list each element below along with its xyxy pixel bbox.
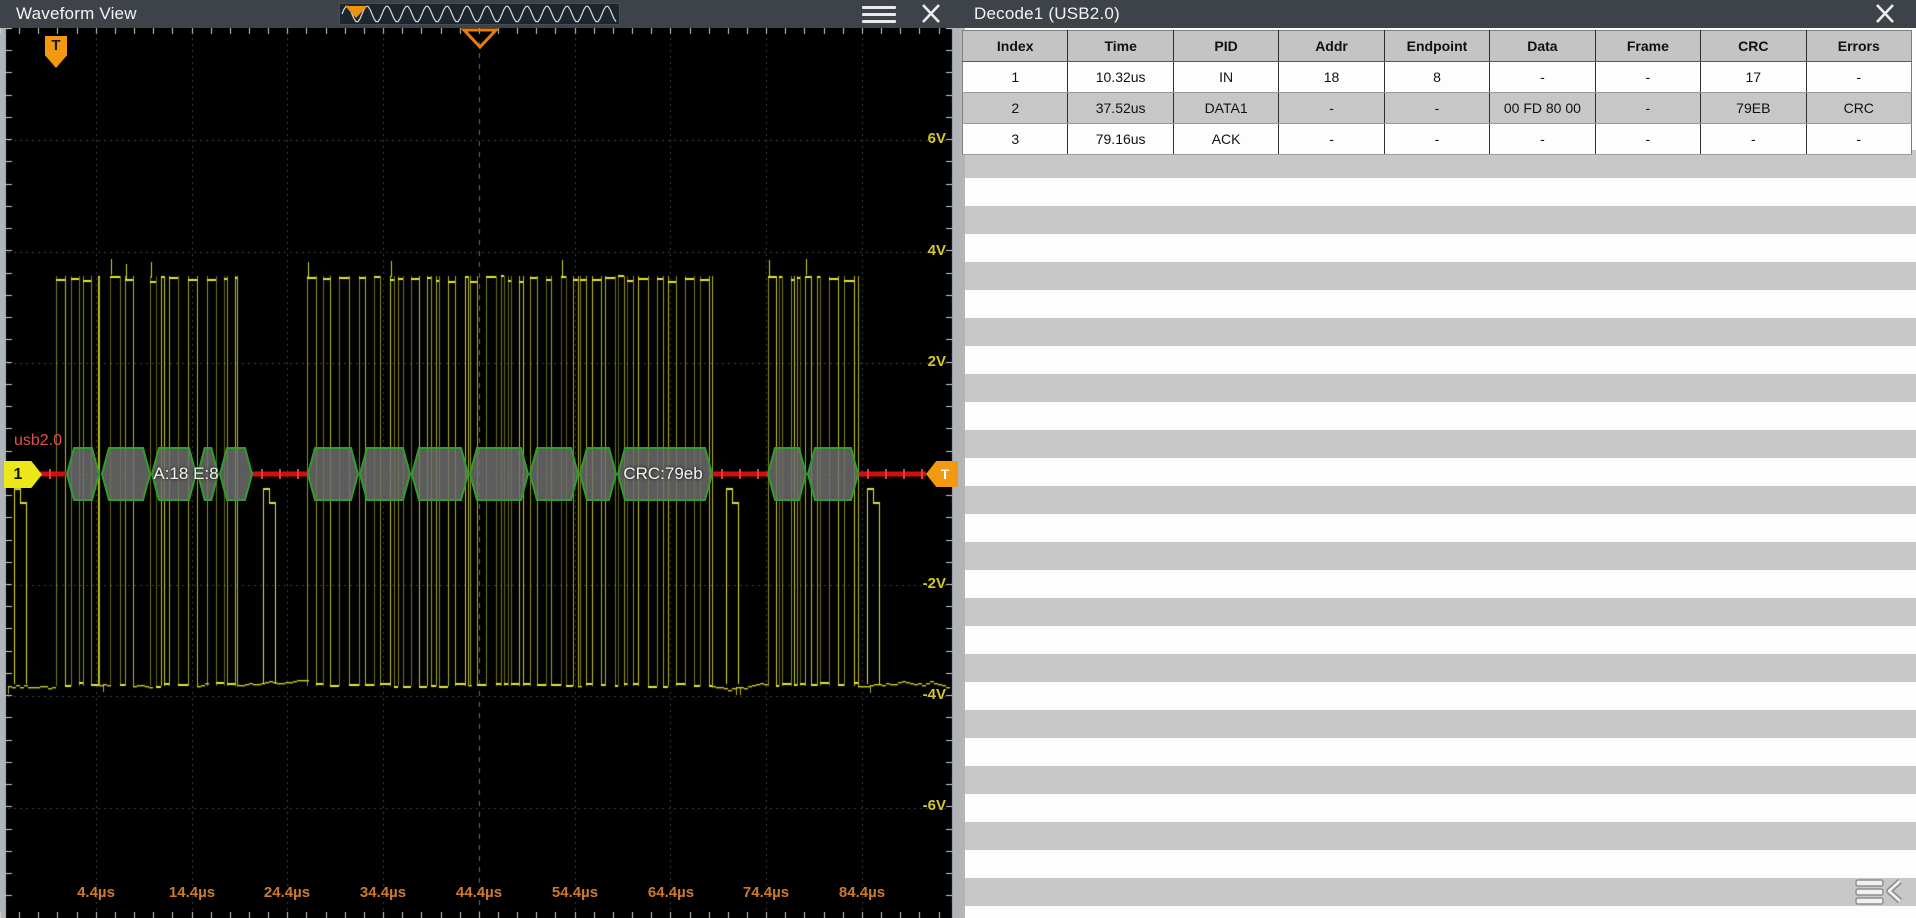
acquisition-preview-strip[interactable] (339, 3, 620, 25)
waveform-close-icon[interactable] (916, 2, 946, 26)
table-cell: 00 FD 80 00 (1489, 92, 1596, 124)
view-position-marker-icon (345, 6, 367, 18)
table-cell: - (1594, 92, 1701, 124)
preview-sine-icon (341, 5, 617, 23)
table-cell: - (1278, 92, 1385, 124)
decode-titlebar[interactable]: Decode1 (USB2.0) (958, 0, 1916, 28)
table-cell: 37.52us (1067, 92, 1174, 124)
table-cell: - (1489, 61, 1596, 93)
table-cell: 8 (1383, 61, 1490, 93)
collapse-list-icon[interactable] (1854, 877, 1904, 905)
column-header: Frame (1594, 30, 1701, 62)
decode-close-icon[interactable] (1870, 2, 1900, 26)
waveform-window: Waveform View T T 1 usb2.0 6V 4V 2V -2V … (0, 0, 958, 918)
table-cell: - (1383, 92, 1490, 124)
table-cell: 3 (962, 123, 1068, 155)
column-header: Time (1067, 30, 1174, 62)
table-row[interactable]: 1 10.32us IN 18 8- -17- (962, 61, 1912, 93)
table-cell: ACK (1172, 123, 1279, 155)
decode-window-title: Decode1 (USB2.0) (974, 4, 1120, 23)
table-cell: 17 (1700, 61, 1806, 93)
table-cell: - (1383, 123, 1490, 155)
decode-list-window: Decode1 (USB2.0) Index Time PID Addr Endpoin… (958, 0, 1916, 918)
table-cell: IN (1172, 61, 1279, 93)
decode-table-header: Index Time PID Addr Endpoint Data Frame CRC Erro… (962, 30, 1912, 62)
column-header: Addr (1278, 30, 1385, 62)
table-cell: 10.32us (1067, 61, 1174, 93)
waveform-window-title: Waveform View (16, 4, 137, 23)
column-header: Index (962, 30, 1068, 62)
table-row[interactable]: 3 79.16us ACK - - - - - - (962, 123, 1912, 155)
empty-row-stripes (958, 150, 1916, 918)
table-cell: - (1805, 123, 1912, 155)
hamburger-menu-icon[interactable] (862, 6, 896, 23)
table-cell: - (1594, 123, 1701, 155)
waveform-plot-area[interactable]: T T 1 usb2.0 6V 4V 2V -2V -4V -6V 4.4µs 14.4µs… (0, 28, 958, 918)
column-header: Data (1489, 30, 1596, 62)
oscilloscope-screen: Waveform View T T 1 usb2.0 6V 4V 2V -2V … (0, 0, 1916, 918)
table-cell: 1 (962, 61, 1068, 93)
column-header: CRC (1700, 30, 1806, 62)
table-cell: 79.16us (1067, 123, 1174, 155)
decode-list-body: Index Time PID Addr Endpoint Data Frame CRC Erro… (958, 28, 1916, 918)
waveform-canvas[interactable] (0, 28, 958, 918)
table-cell: 79EB (1700, 92, 1806, 124)
table-cell: 2 (962, 92, 1068, 124)
table-cell: CRC (1805, 92, 1912, 124)
table-cell: - (1489, 123, 1596, 155)
table-cell: - (1594, 61, 1701, 93)
table-cell: - (1700, 123, 1806, 155)
table-cell: - (1805, 61, 1912, 93)
decode-left-scroll-track[interactable] (958, 28, 965, 918)
decode-result-table[interactable]: Index Time PID Addr Endpoint Data Frame CRC Erro… (962, 30, 1912, 155)
column-header: PID (1172, 30, 1279, 62)
waveform-titlebar[interactable]: Waveform View (0, 0, 958, 28)
table-cell: - (1278, 123, 1385, 155)
table-row[interactable]: 2 37.52us DATA1- -00 FD 80 00-79EB CRC (962, 92, 1912, 124)
table-cell: DATA1 (1172, 92, 1279, 124)
column-header: Errors (1805, 30, 1912, 62)
column-header: Endpoint (1383, 30, 1490, 62)
table-cell: 18 (1278, 61, 1385, 93)
